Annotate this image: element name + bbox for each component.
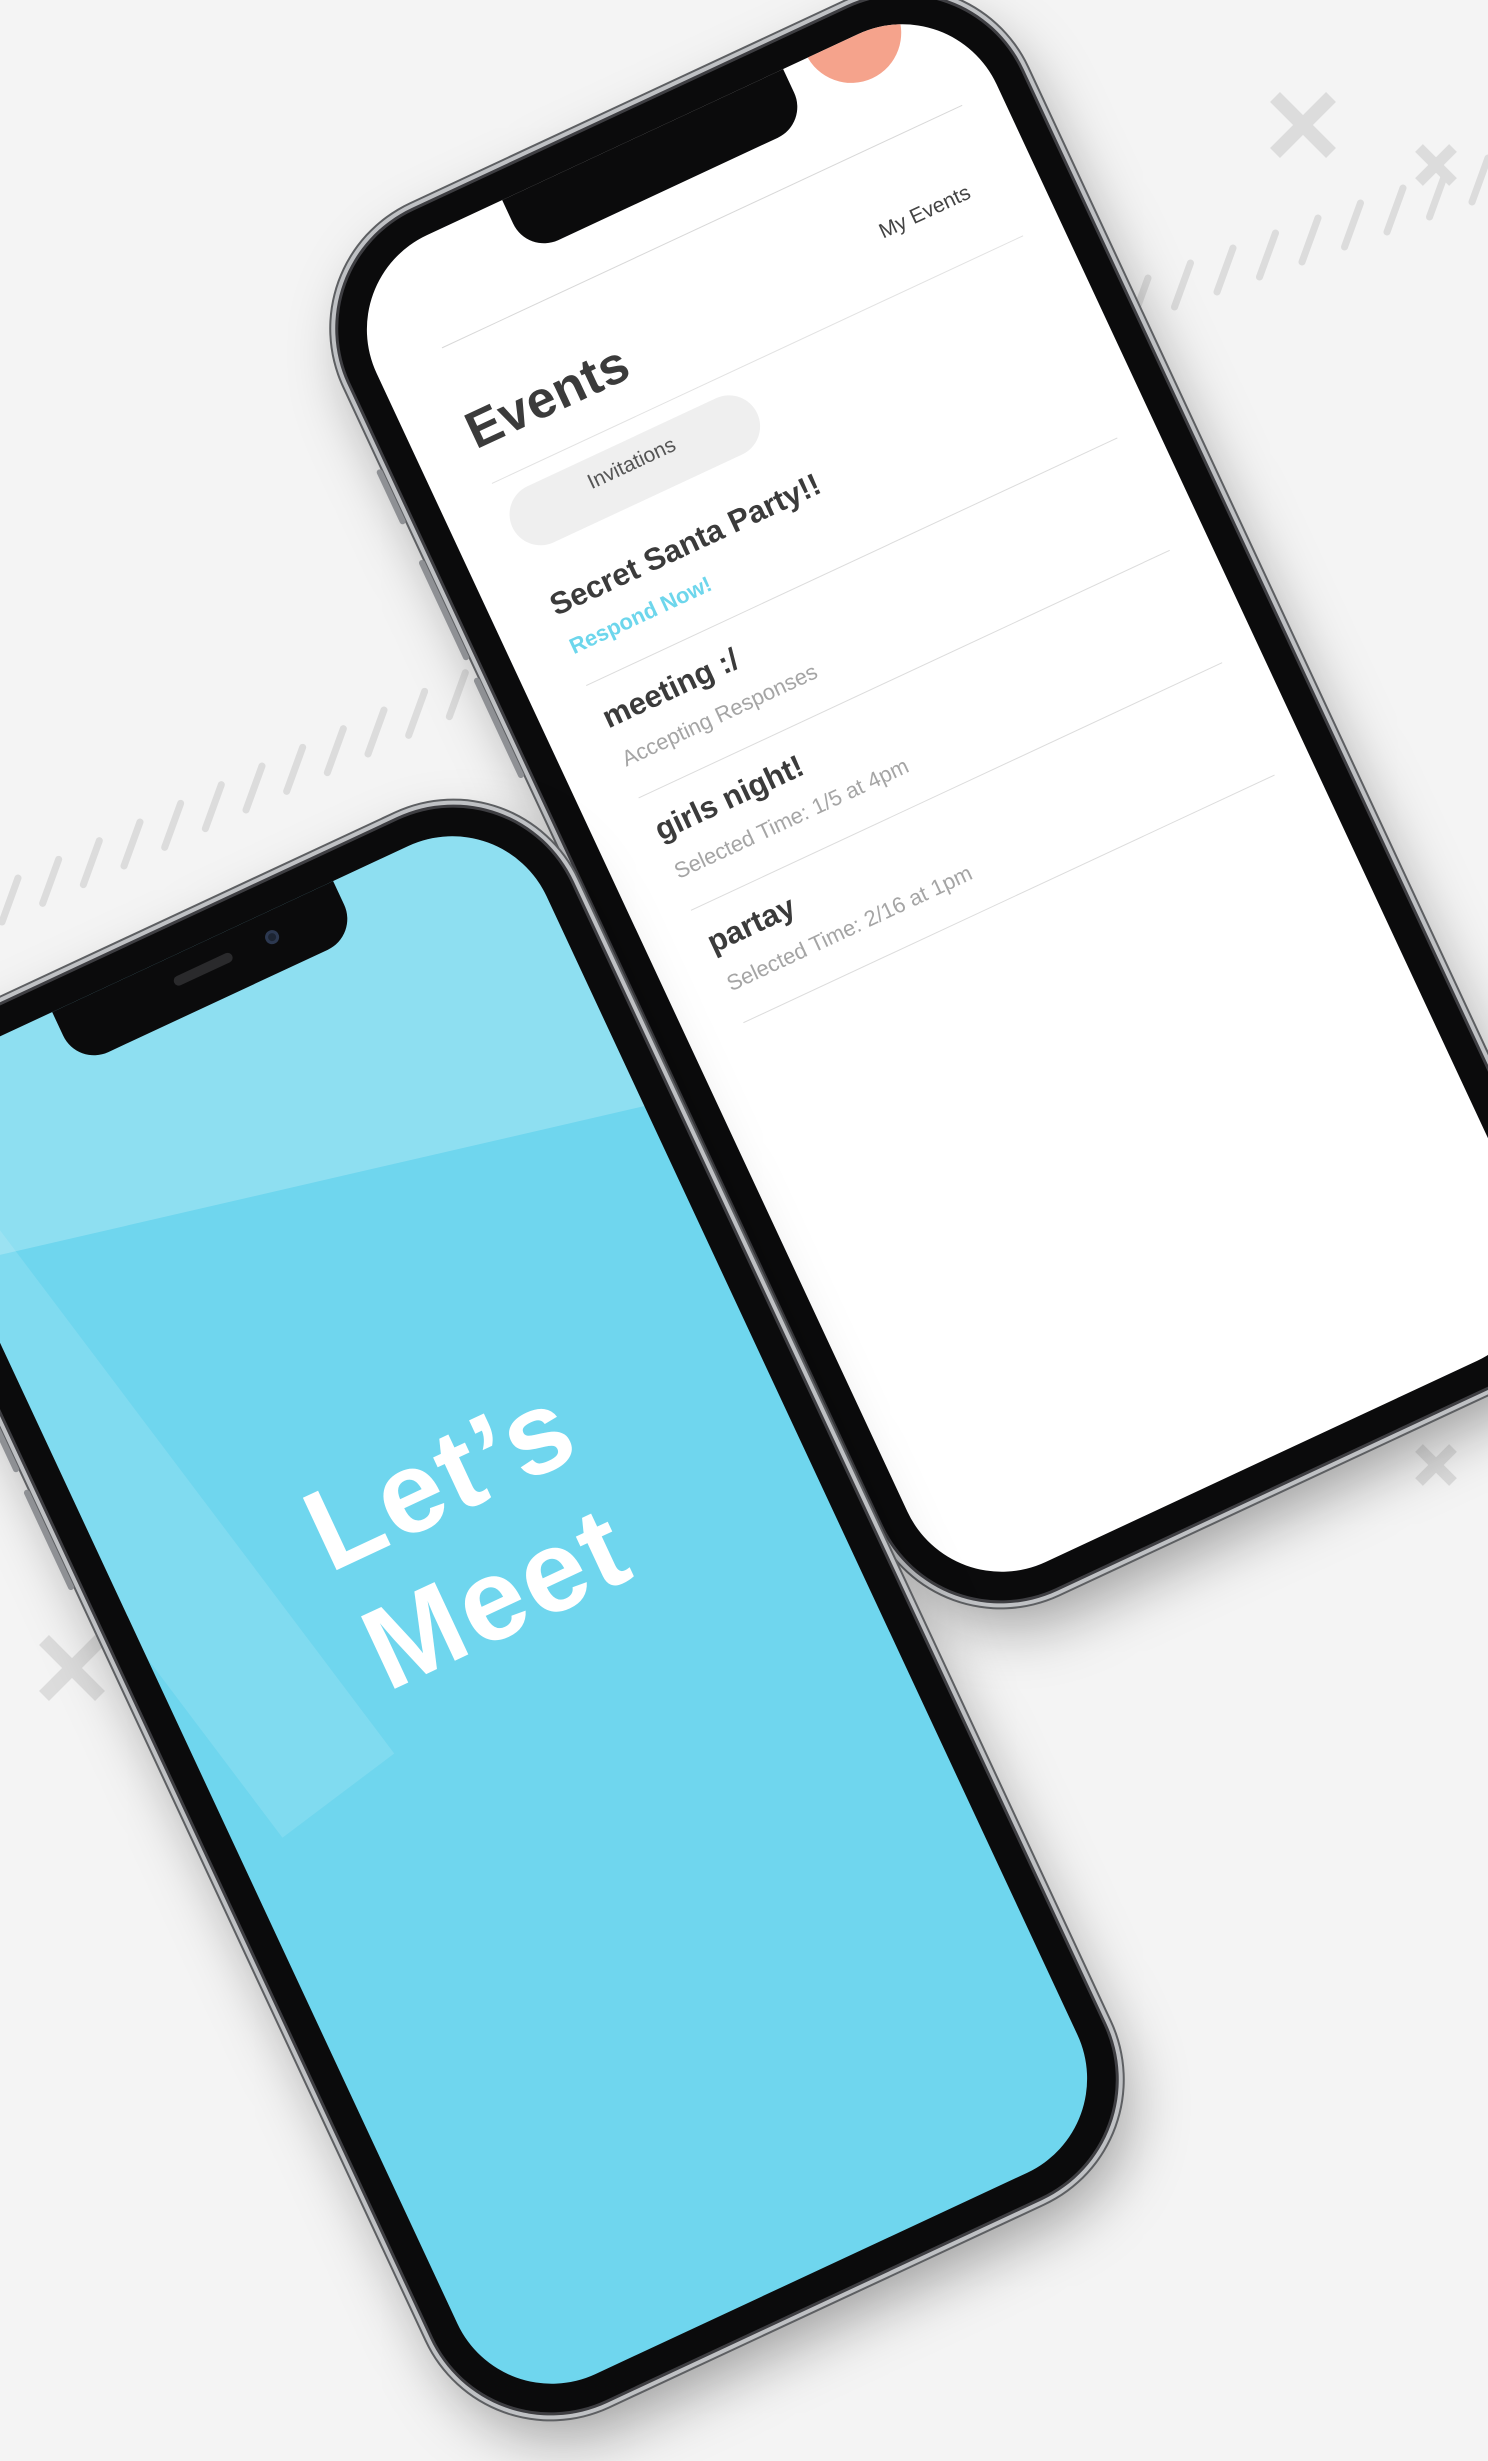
decor-dash [1341,199,1364,251]
decor-dash [39,855,63,907]
page-title: Events [456,334,639,461]
decor-dash [120,818,144,870]
decor-dash [201,781,225,833]
speaker-grille [172,951,235,988]
decor-dash [1256,229,1279,281]
tab-my-events[interactable]: My Events [876,181,975,244]
camera-icon [262,927,282,947]
decor-dash [364,706,388,758]
decor-dash [1383,184,1407,236]
splash-title: Let’s Meet [102,1273,833,1801]
decor-dash [323,725,347,777]
decor-dash [1213,244,1237,296]
decor-dash [283,743,307,795]
decor-dash [445,669,469,721]
decor-dash [0,874,22,926]
decor-dash [242,762,266,814]
decor-dash [405,687,429,739]
decor-dash [161,799,185,851]
decor-dash [1468,154,1488,206]
decor-dash [79,837,103,889]
decor-dash [1171,259,1194,311]
decor-dash [1298,214,1322,266]
